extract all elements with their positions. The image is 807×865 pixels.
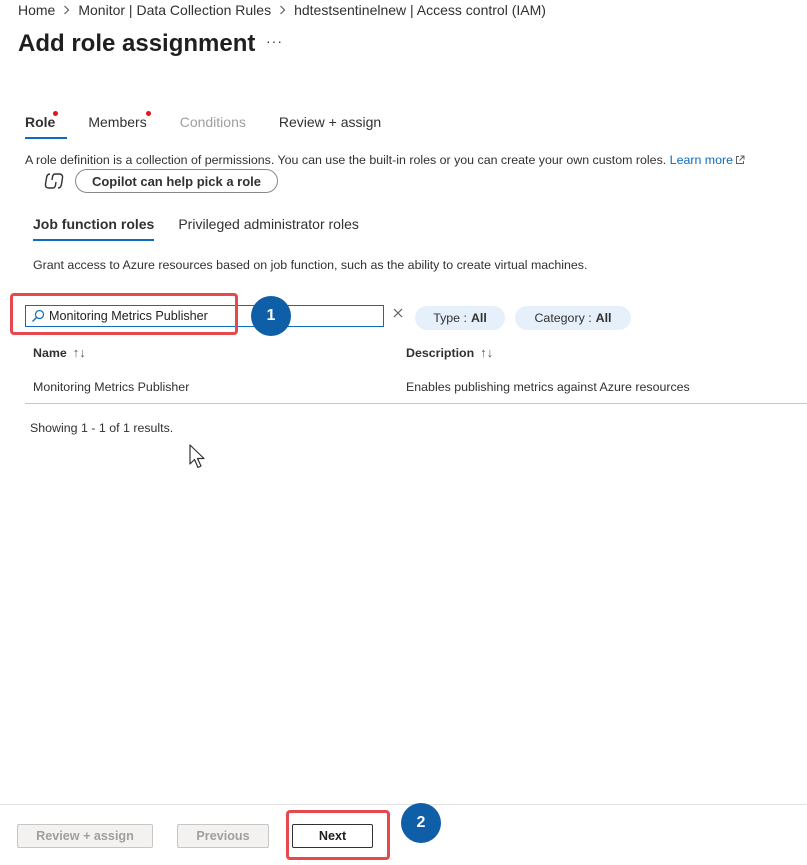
step-badge-2: 2 bbox=[401, 803, 441, 843]
breadcrumb-data-collection-rules[interactable]: Monitor | Data Collection Rules bbox=[78, 2, 271, 18]
column-header-description-label: Description bbox=[406, 345, 475, 360]
tab-role-label: Role bbox=[25, 114, 56, 130]
copilot-help-button[interactable]: Copilot can help pick a role bbox=[75, 169, 278, 193]
category-filter-pill[interactable]: Category : All bbox=[515, 306, 631, 330]
type-filter-label: Type : bbox=[433, 311, 467, 325]
tab-conditions: Conditions bbox=[180, 114, 246, 140]
tab-review-assign-label: Review + assign bbox=[278, 114, 382, 130]
required-indicator bbox=[53, 111, 58, 116]
breadcrumb: Home Monitor | Data Collection Rules hdt… bbox=[18, 2, 546, 18]
mouse-cursor-icon bbox=[189, 444, 205, 469]
role-name-cell[interactable]: Monitoring Metrics Publisher bbox=[33, 380, 189, 394]
type-filter-value: All bbox=[470, 311, 487, 325]
footer-divider bbox=[0, 804, 807, 805]
review-assign-button: Review + assign bbox=[17, 824, 153, 848]
tab-role[interactable]: Role bbox=[25, 111, 68, 140]
required-indicator bbox=[146, 111, 152, 116]
chevron-right-icon bbox=[63, 5, 70, 15]
sort-icon: ↑↓ bbox=[480, 345, 494, 360]
role-type-tabs: Job function roles Privileged administra… bbox=[33, 216, 383, 242]
tab-privileged-administrator-roles[interactable]: Privileged administrator roles bbox=[178, 216, 359, 242]
category-filter-value: All bbox=[595, 311, 612, 325]
tab-review-assign[interactable]: Review + assign bbox=[279, 114, 381, 140]
column-header-name-label: Name bbox=[33, 345, 67, 360]
previous-button: Previous bbox=[177, 824, 269, 848]
step-badge-1: 1 bbox=[251, 296, 291, 336]
highlight-box-search bbox=[10, 293, 238, 335]
clear-search-icon[interactable] bbox=[392, 307, 404, 319]
column-header-name[interactable]: Name ↑↓ bbox=[33, 345, 86, 360]
tab-job-function-roles[interactable]: Job function roles bbox=[33, 216, 155, 242]
tab-members-label: Members bbox=[88, 114, 147, 130]
breadcrumb-access-control[interactable]: hdtestsentinelnew | Access control (IAM) bbox=[294, 2, 546, 18]
sort-icon: ↑↓ bbox=[72, 345, 86, 360]
more-options-icon[interactable]: ··· bbox=[266, 33, 283, 49]
role-definition-description: A role definition is a collection of per… bbox=[25, 153, 745, 167]
highlight-box-next bbox=[286, 810, 390, 860]
tab-members[interactable]: Members bbox=[88, 111, 152, 140]
wizard-tabs: Role Members Conditions Review + assign bbox=[25, 111, 414, 140]
role-description-cell: Enables publishing metrics against Azure… bbox=[406, 380, 690, 394]
type-filter-pill[interactable]: Type : All bbox=[415, 306, 505, 330]
results-count: Showing 1 - 1 of 1 results. bbox=[30, 421, 174, 435]
intro-text: A role definition is a collection of per… bbox=[25, 153, 667, 167]
category-filter-label: Category : bbox=[534, 311, 592, 325]
external-link-icon bbox=[736, 155, 745, 164]
learn-more-link[interactable]: Learn more bbox=[670, 153, 745, 167]
breadcrumb-home[interactable]: Home bbox=[18, 2, 55, 18]
column-header-description[interactable]: Description ↑↓ bbox=[406, 345, 493, 360]
copilot-icon bbox=[44, 173, 64, 189]
chevron-right-icon bbox=[279, 5, 286, 15]
page-title: Add role assignment bbox=[18, 30, 256, 57]
tab-conditions-label: Conditions bbox=[179, 114, 246, 130]
job-function-description: Grant access to Azure resources based on… bbox=[33, 258, 588, 272]
